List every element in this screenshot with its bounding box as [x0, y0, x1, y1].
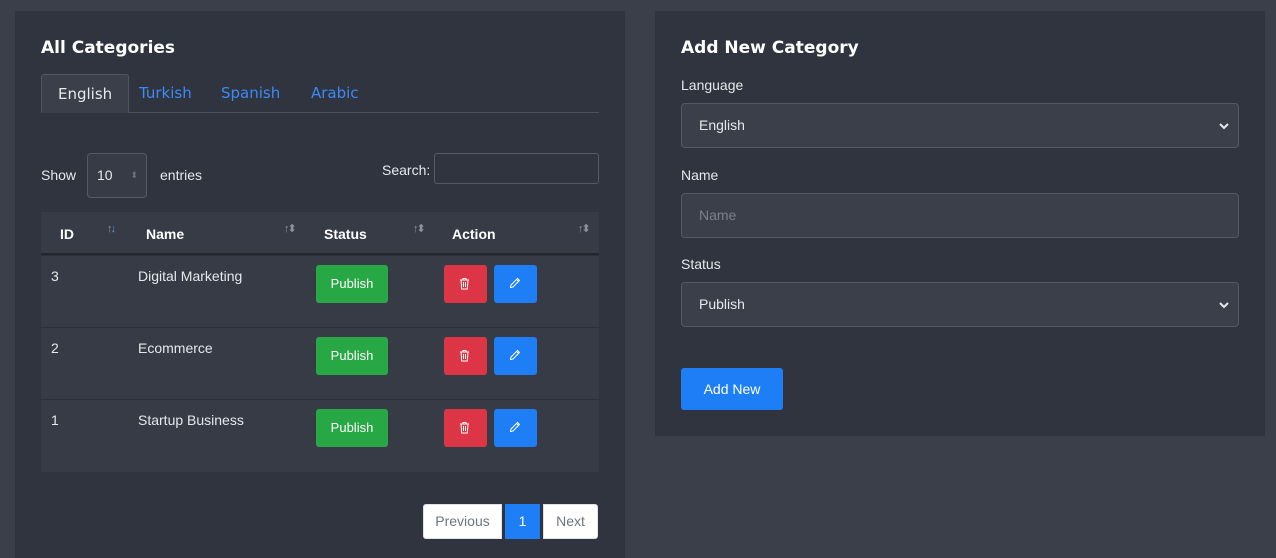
entries-value: 10	[97, 167, 113, 183]
tab-english[interactable]: English	[41, 74, 130, 113]
add-category-card: Add New Category Language English Name N…	[655, 11, 1265, 436]
sort-icon[interactable]: ↑⬍	[578, 224, 591, 235]
publish-button[interactable]: Publish	[316, 265, 388, 303]
search-input[interactable]	[434, 153, 599, 184]
row-name: Digital Marketing	[138, 268, 243, 284]
pagination-next[interactable]: Next	[543, 504, 598, 539]
pencil-icon	[509, 349, 521, 361]
pencil-icon	[509, 277, 521, 289]
tab-spanish[interactable]: Spanish	[205, 74, 296, 113]
trash-icon	[460, 350, 469, 362]
all-categories-card: All Categories English Turkish Spanish A…	[15, 11, 625, 558]
table-row: 3 Digital Marketing Publish	[41, 255, 599, 327]
name-placeholder: Name	[699, 207, 737, 223]
select-arrows-icon: ⬍	[130, 170, 138, 180]
trash-icon	[460, 278, 469, 290]
delete-button[interactable]	[444, 409, 487, 447]
tab-arabic[interactable]: Arabic	[295, 74, 375, 113]
add-category-title: Add New Category	[681, 38, 859, 58]
row-id: 3	[51, 268, 59, 284]
table-row: 1 Startup Business Publish	[41, 399, 599, 471]
publish-button[interactable]: Publish	[316, 409, 388, 447]
row-name: Ecommerce	[138, 340, 213, 356]
delete-button[interactable]	[444, 265, 487, 303]
edit-button[interactable]	[494, 409, 537, 447]
chevron-down-icon	[1219, 302, 1229, 309]
trash-icon	[460, 422, 469, 434]
edit-button[interactable]	[494, 337, 537, 375]
edit-button[interactable]	[494, 265, 537, 303]
status-value: Publish	[699, 296, 745, 312]
column-name[interactable]: Name	[146, 212, 184, 255]
column-action[interactable]: Action	[452, 212, 496, 255]
status-label: Status	[681, 256, 721, 272]
sort-icon[interactable]: ↑↓	[107, 224, 116, 235]
language-tabs: English Turkish Spanish Arabic	[41, 74, 599, 113]
show-label: Show	[41, 167, 77, 183]
name-input[interactable]: Name	[681, 193, 1239, 238]
language-value: English	[699, 117, 745, 133]
sort-icon[interactable]: ↑⬍	[413, 224, 426, 235]
row-id: 1	[51, 412, 59, 428]
pagination-page-1[interactable]: 1	[505, 504, 540, 539]
row-id: 2	[51, 340, 59, 356]
add-new-button[interactable]: Add New	[681, 368, 783, 410]
pencil-icon	[509, 421, 521, 433]
column-id[interactable]: ID	[60, 212, 74, 255]
row-name: Startup Business	[138, 412, 244, 428]
language-select[interactable]: English	[681, 103, 1239, 148]
all-categories-title: All Categories	[41, 38, 176, 58]
publish-button[interactable]: Publish	[316, 337, 388, 375]
entries-select[interactable]: 10 ⬍	[87, 153, 147, 198]
entries-label: entries	[160, 167, 203, 183]
language-label: Language	[681, 77, 744, 93]
table-row: 2 Ecommerce Publish	[41, 327, 599, 399]
table-header: ID ↑↓ Name ↑⬍ Status ↑⬍ Action ↑⬍	[41, 212, 599, 255]
sort-icon[interactable]: ↑⬍	[284, 224, 297, 235]
tab-turkish[interactable]: Turkish	[123, 74, 208, 113]
search-label: Search:	[382, 162, 431, 178]
categories-table: ID ↑↓ Name ↑⬍ Status ↑⬍ Action ↑⬍ 3 Digi…	[41, 212, 599, 472]
pagination-previous[interactable]: Previous	[423, 504, 502, 539]
status-select[interactable]: Publish	[681, 282, 1239, 327]
column-status[interactable]: Status	[324, 212, 367, 255]
name-label: Name	[681, 167, 719, 183]
chevron-down-icon	[1219, 123, 1229, 130]
delete-button[interactable]	[444, 337, 487, 375]
